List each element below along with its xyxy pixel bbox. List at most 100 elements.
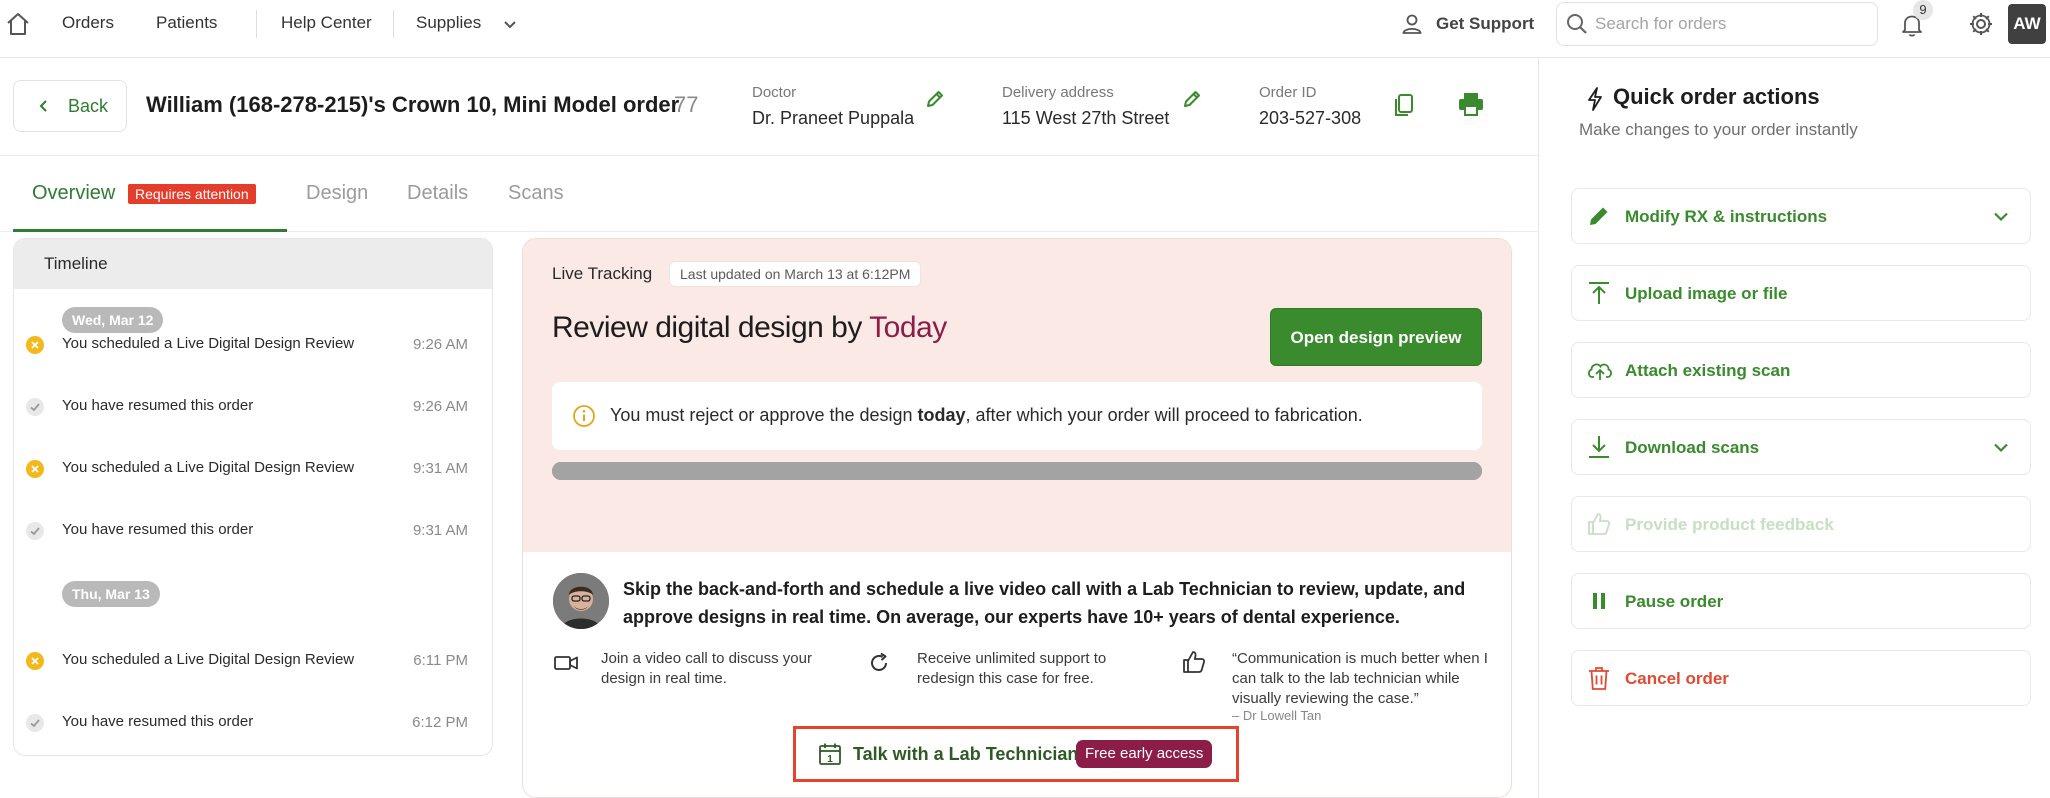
open-design-preview-button[interactable]: Open design preview — [1270, 308, 1482, 366]
cancel-order-button[interactable]: Cancel order — [1571, 650, 2031, 706]
download-scans-button[interactable]: Download scans — [1571, 419, 2031, 475]
order-id-value: 203-527-308 — [1259, 108, 1362, 128]
scheduled-status-icon — [26, 652, 44, 670]
talk-with-lab-technician-button[interactable]: 1 Talk with a Lab Technician Free early … — [793, 726, 1239, 782]
search-input[interactable] — [1595, 11, 1865, 37]
user-icon — [1400, 12, 1424, 36]
review-heading-deadline: Today — [869, 311, 947, 344]
timeline-header: Timeline — [14, 239, 492, 289]
upload-file-button[interactable]: Upload image or file — [1571, 265, 2031, 321]
order-id-label: Order ID — [1259, 84, 1317, 101]
lab-technician-avatar — [553, 573, 609, 629]
live-tracking-label: Live Tracking — [552, 264, 653, 283]
download-icon — [1586, 434, 1612, 460]
doctor-value: Dr. Praneet Puppala — [752, 108, 915, 128]
tab-overview[interactable]: Overview — [32, 182, 115, 205]
feature-video-call: Join a video call to discuss your design… — [601, 650, 812, 687]
lab-technician-promo-text: Skip the back-and-forth and schedule a l… — [623, 579, 1466, 627]
timeline-event-time: 6:11 PM — [413, 652, 468, 669]
calendar-day-number: 1 — [827, 754, 833, 765]
tracking-status-section: Live Tracking Last updated on March 13 a… — [523, 239, 1511, 552]
timeline-event-time: 9:26 AM — [412, 398, 468, 415]
timeline-event-time: 9:31 AM — [412, 460, 468, 477]
avatar[interactable]: AW — [2008, 4, 2046, 44]
doctor-label: Doctor — [752, 84, 797, 101]
lightning-icon — [1585, 86, 1605, 112]
date-pill: Thu, Mar 13 — [62, 581, 160, 607]
nav-help-center[interactable]: Help Center — [281, 12, 372, 34]
quick-actions-subtitle: Make changes to your order instantly — [1579, 120, 1858, 139]
calendar-icon: 1 — [818, 742, 842, 766]
notification-count-badge: 9 — [1913, 0, 1933, 20]
nav-divider — [256, 10, 257, 38]
top-navigation: Orders Patients Help Center Supplies Get… — [0, 0, 2050, 58]
approval-notice: You must reject or approve the design to… — [552, 382, 1482, 450]
edit-address-icon[interactable] — [1181, 88, 1203, 110]
provide-feedback-button[interactable]: Provide product feedback — [1571, 496, 2031, 552]
timeline-event: You have resumed this order — [62, 397, 254, 414]
attach-scan-button[interactable]: Attach existing scan — [1571, 342, 2031, 398]
cancel-order-label: Cancel order — [1625, 669, 1729, 688]
chevron-down-icon[interactable] — [502, 16, 518, 32]
header-divider — [0, 155, 1538, 156]
chevron-down-icon[interactable] — [1992, 207, 2010, 225]
requires-attention-badge: Requires attention — [128, 184, 256, 204]
completed-status-icon — [26, 522, 44, 540]
date-pill: Wed, Mar 12 — [62, 307, 164, 333]
talk-button-label: Talk with a Lab Technician — [853, 744, 1079, 764]
get-support-link[interactable]: Get Support — [1436, 13, 1534, 35]
testimonial-author: – Dr Lowell Tan — [1232, 708, 1322, 723]
nav-patients[interactable]: Patients — [156, 12, 217, 34]
provide-feedback-label: Provide product feedback — [1625, 515, 1834, 534]
tab-details[interactable]: Details — [407, 182, 468, 205]
scheduled-status-icon — [26, 336, 44, 354]
delivery-address-value: 115 West 27th Street — [1002, 108, 1170, 128]
timeline-event-time: 9:31 AM — [412, 522, 468, 539]
video-camera-icon — [553, 653, 579, 673]
completed-status-icon — [26, 714, 44, 732]
pause-icon — [1586, 588, 1612, 614]
back-button-label: Back — [68, 96, 109, 116]
print-icon[interactable] — [1457, 92, 1485, 116]
pause-order-button[interactable]: Pause order — [1571, 573, 2031, 629]
nav-divider — [393, 10, 394, 38]
timeline-event: You have resumed this order — [62, 521, 254, 538]
back-button[interactable]: Back — [13, 80, 127, 132]
upload-icon — [1586, 280, 1612, 306]
progress-bar-fill — [552, 462, 1482, 480]
timeline-event: You have resumed this order — [62, 713, 254, 730]
nav-orders[interactable]: Orders — [62, 12, 114, 34]
pause-order-label: Pause order — [1625, 592, 1724, 611]
home-icon[interactable] — [4, 10, 32, 38]
completed-status-icon — [26, 398, 44, 416]
copy-icon[interactable] — [1392, 92, 1416, 118]
delivery-address-label: Delivery address — [1002, 84, 1114, 101]
quick-actions-sidebar: Quick order actions Make changes to your… — [1538, 58, 2050, 798]
review-heading-text: Review digital design by — [552, 311, 870, 344]
timeline-event: You scheduled a Live Digital Design Revi… — [62, 335, 355, 352]
free-early-access-badge: Free early access — [1076, 740, 1213, 768]
timeline-event-time: 6:12 PM — [412, 714, 468, 731]
feature-unlimited-support: Receive unlimited support to redesign th… — [917, 650, 1107, 687]
progress-bar — [552, 462, 1482, 480]
live-tracking-panel: Live Tracking Last updated on March 13 a… — [522, 238, 1512, 798]
review-deadline-heading: Review digital design by Today — [552, 311, 947, 345]
pencil-icon — [1586, 203, 1612, 229]
thumbs-up-icon — [1586, 511, 1612, 537]
tab-design[interactable]: Design — [306, 182, 368, 205]
modify-rx-button[interactable]: Modify RX & instructions — [1571, 188, 2031, 244]
gear-icon[interactable] — [1968, 11, 1994, 37]
chevron-down-icon[interactable] — [1992, 438, 2010, 456]
modify-rx-label: Modify RX & instructions — [1625, 207, 1828, 226]
notice-text-bold: today — [917, 405, 966, 425]
tab-scans[interactable]: Scans — [508, 182, 564, 205]
edit-doctor-icon[interactable] — [924, 88, 946, 110]
attach-scan-label: Attach existing scan — [1625, 361, 1791, 380]
order-count: 77 — [674, 92, 699, 117]
notice-text-before: You must reject or approve the design — [610, 405, 918, 425]
nav-supplies[interactable]: Supplies — [416, 12, 481, 34]
search-icon — [1565, 12, 1589, 36]
notice-text-after: , after which your order will proceed to… — [965, 405, 1363, 425]
search-bar[interactable] — [1556, 2, 1878, 46]
testimonial-quote: “Communication is much better when I can… — [1232, 650, 1488, 707]
